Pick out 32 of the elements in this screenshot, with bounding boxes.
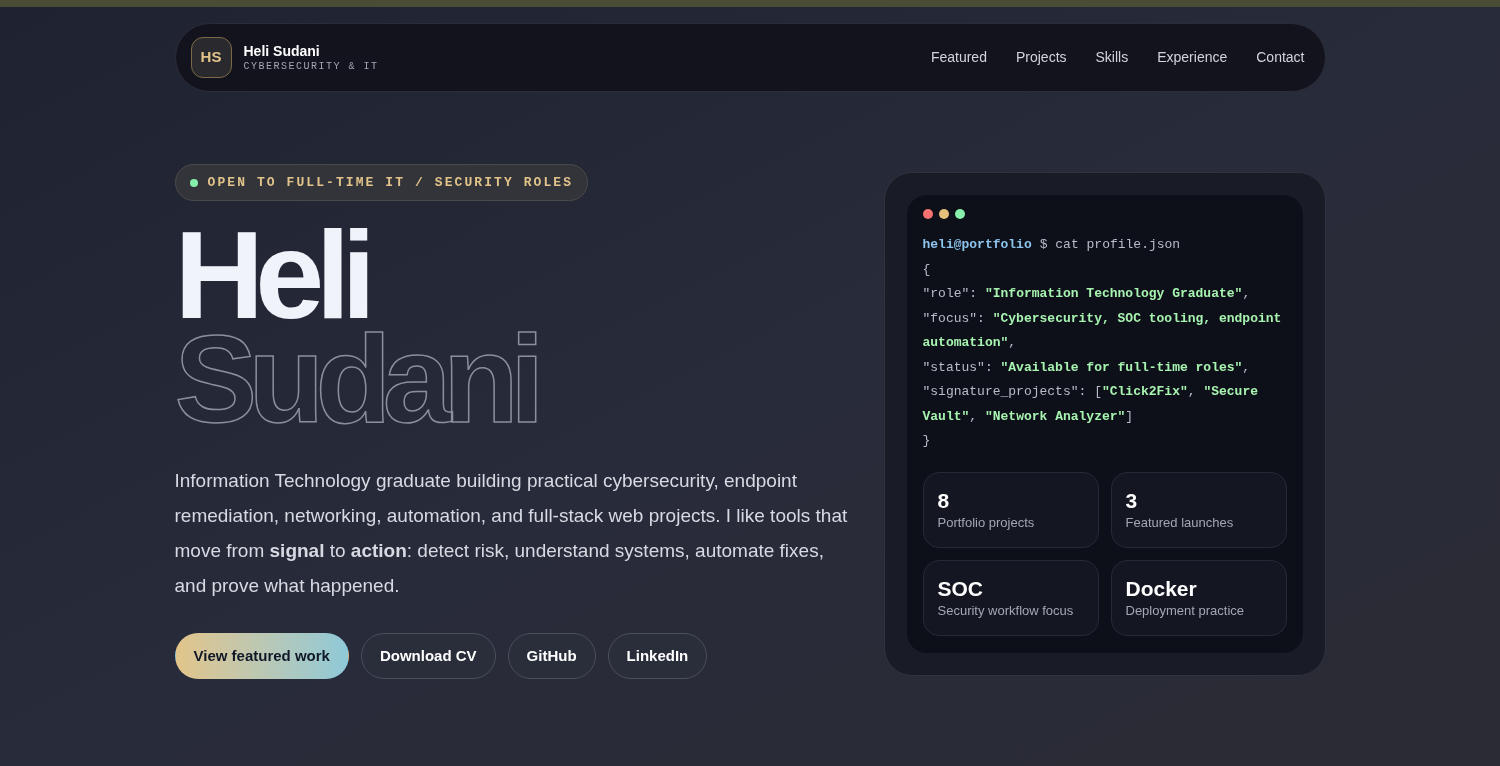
- first-name-heading: Heli: [174, 223, 368, 327]
- stat-label: Deployment practice: [1125, 601, 1245, 620]
- stat-value: Docker: [1125, 575, 1198, 602]
- hero-button[interactable]: LinkedIn: [607, 633, 708, 679]
- availability-text: OPEN TO FULL-TIME IT / SECURITY ROLES: [207, 173, 574, 192]
- hero-button[interactable]: GitHub: [507, 633, 596, 679]
- hero-button[interactable]: Download CV: [360, 633, 496, 679]
- logo-badge[interactable]: HS: [190, 37, 232, 78]
- last-name-outline-heading: Sudani: [174, 327, 536, 431]
- nav-link[interactable]: Featured: [930, 47, 987, 68]
- code-line: }: [922, 432, 932, 450]
- code-line: "status": "Available for full-time roles",: [922, 358, 1252, 377]
- prompt-command: $ cat profile.json: [1039, 236, 1181, 254]
- stat-label: Portfolio projects: [937, 513, 1036, 532]
- prompt-user: heli@portfolio: [922, 236, 1032, 254]
- code-line: {: [922, 260, 932, 279]
- stat-label: Security workflow focus: [937, 601, 1075, 620]
- intro-paragraph: Information Technology graduate building practical cybersecurity, endpoint remediation, networking, automation, and full-stack web projects. I like tools that move from signal to action: detect risk, understand systems, automate fixes, and prove what happened.: [174, 469, 849, 598]
- code-line: "focus": "Cybersecurity, SOC tooling, endpoint automation",: [922, 309, 1283, 352]
- stat-label: Featured launches: [1125, 513, 1235, 532]
- nav-link[interactable]: Experience: [1157, 47, 1228, 68]
- hero-button[interactable]: View featured work: [174, 633, 349, 679]
- stat-value: SOC: [937, 575, 984, 602]
- code-line: "role": "Information Technology Graduate",: [922, 285, 1252, 303]
- site-name: Heli Sudani: [243, 42, 321, 60]
- nav-link[interactable]: Contact: [1256, 47, 1305, 68]
- code-line: "signature_projects": ["Click2Fix", "Secure Vault", "Network Analyzer"]: [922, 383, 1259, 426]
- stat-value: 3: [1125, 487, 1139, 514]
- site-tagline: CYBERSECURITY & IT: [243, 60, 379, 73]
- nav-link[interactable]: Skills: [1095, 47, 1129, 68]
- nav-link[interactable]: Projects: [1015, 47, 1067, 68]
- stat-value: 8: [937, 487, 951, 514]
